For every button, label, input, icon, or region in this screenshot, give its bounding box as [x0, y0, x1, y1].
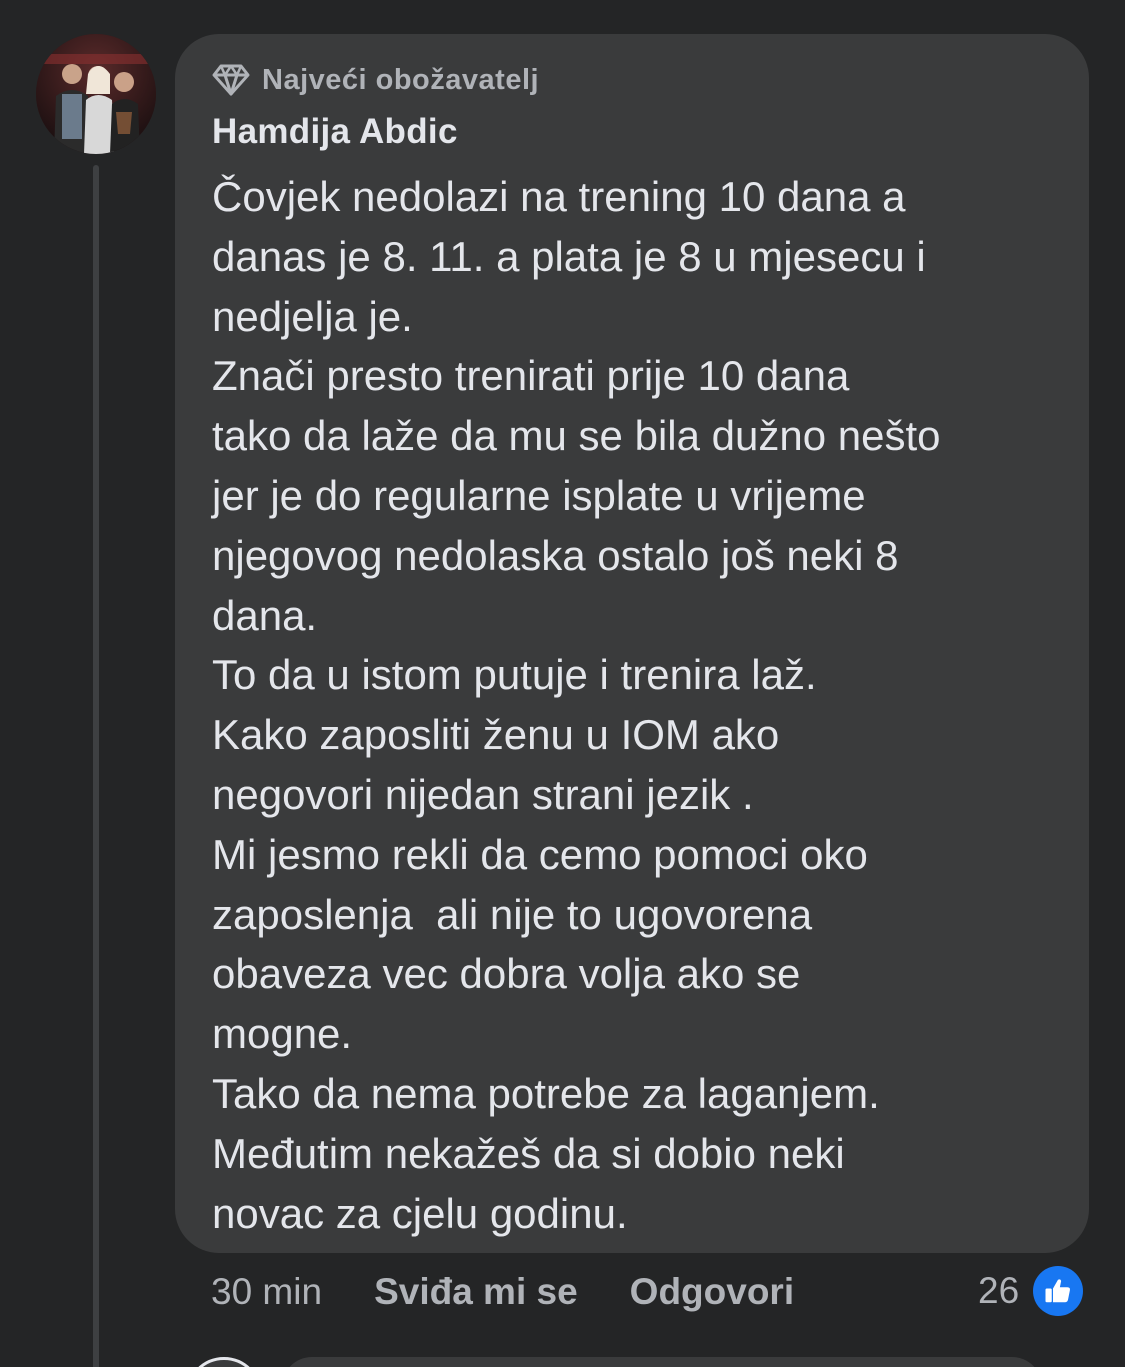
diamond-icon — [212, 64, 250, 96]
reaction-summary[interactable]: 26 — [978, 1264, 1084, 1318]
badge-label: Najveći obožavatelj — [262, 63, 540, 96]
author-name[interactable]: Hamdija Abdic — [212, 112, 458, 152]
reaction-count: 26 — [978, 1270, 1020, 1311]
comment-actions: 30 min Sviđa mi se Odgovori — [211, 1266, 846, 1318]
avatar[interactable] — [36, 34, 156, 154]
thread-line — [93, 165, 99, 1367]
top-fan-badge: Najveći obožavatelj — [212, 62, 539, 98]
next-comment-avatar[interactable] — [186, 1357, 262, 1367]
comment-text: Čovjek nedolazi na trening 10 dana a dan… — [212, 173, 941, 1237]
comment-thread: Najveći obožavatelj Hamdija Abdic Čovjek… — [0, 0, 1125, 1367]
timestamp[interactable]: 30 min — [211, 1271, 322, 1313]
next-comment-bubble — [282, 1357, 1042, 1367]
comment-bubble: Najveći obožavatelj Hamdija Abdic Čovjek… — [175, 34, 1089, 1253]
like-button[interactable]: Sviđa mi se — [374, 1271, 578, 1313]
thumbs-up-icon — [1033, 1266, 1084, 1316]
reply-button[interactable]: Odgovori — [630, 1271, 794, 1313]
